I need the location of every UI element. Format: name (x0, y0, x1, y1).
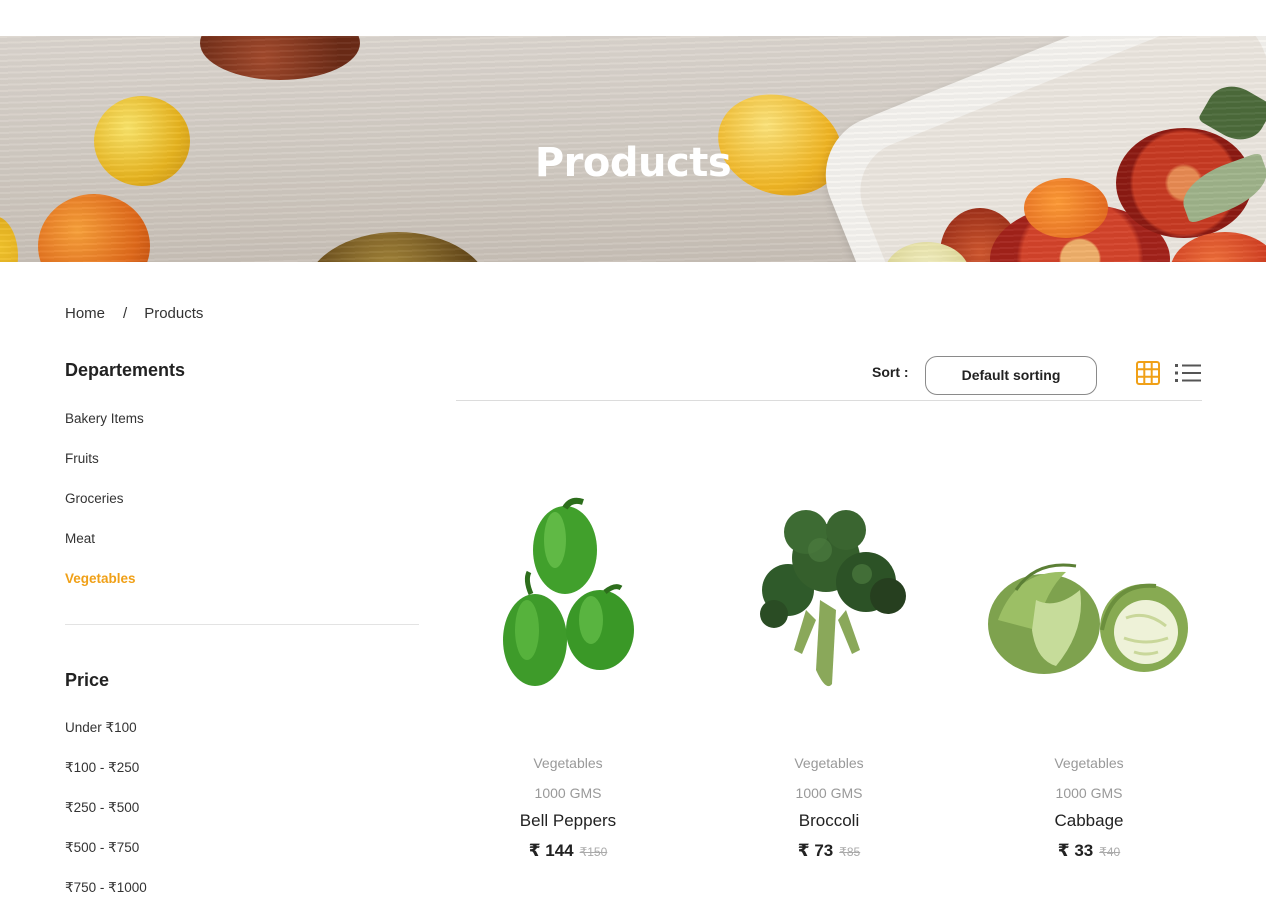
broccoli-image[interactable] (716, 470, 942, 730)
current-price: ₹ 144 (528, 841, 574, 860)
department-item-groceries[interactable]: Groceries (65, 479, 144, 519)
sort-dropdown[interactable]: Default sorting (925, 356, 1097, 395)
orange-tomato-decoration (38, 194, 150, 262)
product-weight: 1000 GMS (795, 785, 863, 801)
breadcrumb-home-link[interactable]: Home (65, 305, 105, 322)
breadcrumb-separator: / (123, 305, 128, 322)
department-item-fruits[interactable]: Fruits (65, 439, 144, 479)
product-card[interactable]: Vegetables 1000 GMS Broccoli ₹ 73 ₹85 (716, 470, 942, 861)
sidebar-divider (65, 624, 419, 625)
price-heading: Price (65, 670, 110, 690)
product-price: ₹ 33 ₹40 (976, 841, 1202, 861)
price-range-item[interactable]: Under ₹100 (65, 708, 147, 748)
product-card[interactable]: Vegetables 1000 GMS Bell Peppers ₹ 144 ₹1… (455, 470, 681, 861)
brown-tomato-decoration (305, 232, 490, 262)
product-toolbar: Sort : Default sorting (456, 355, 1202, 401)
breadcrumb-current: Products (144, 305, 204, 322)
department-item-meat[interactable]: Meat (65, 519, 144, 559)
tomato-slice-decoration (990, 204, 1170, 262)
product-price: ₹ 144 ₹150 (455, 841, 681, 861)
product-category: Vegetables (794, 755, 864, 771)
department-item-vegetables[interactable]: Vegetables (65, 559, 144, 599)
list-view-icon[interactable] (1174, 361, 1202, 385)
product-weight: 1000 GMS (534, 785, 602, 801)
product-price: ₹ 73 ₹85 (716, 841, 942, 861)
product-category: Vegetables (1054, 755, 1124, 771)
old-price: ₹85 (839, 845, 861, 859)
tomato-slice-decoration (940, 208, 1020, 262)
herb-leaf-decoration (1197, 76, 1266, 150)
sort-label: Sort : (872, 364, 909, 380)
bell-pepper-image[interactable] (455, 470, 681, 730)
price-range-item[interactable]: ₹100 - ₹250 (65, 748, 147, 788)
product-weight: 1000 GMS (1055, 785, 1123, 801)
page-title: Products (534, 140, 732, 186)
tomato-decoration (1170, 232, 1266, 262)
product-name[interactable]: Bell Peppers (455, 811, 681, 831)
cabbage-image[interactable] (976, 470, 1202, 730)
current-price: ₹ 73 (797, 841, 834, 860)
product-category: Vegetables (533, 755, 603, 771)
grid-view-icon[interactable] (1136, 361, 1160, 385)
hero-banner: Products (0, 36, 1266, 262)
yellow-tomato-decoration (0, 216, 18, 262)
lemon-decoration (884, 242, 970, 262)
product-name[interactable]: Broccoli (716, 811, 942, 831)
departments-list: Bakery Items Fruits Groceries Meat Veget… (65, 399, 144, 599)
product-name[interactable]: Cabbage (976, 811, 1202, 831)
price-range-item[interactable]: ₹500 - ₹750 (65, 828, 147, 868)
tomato-decoration (1024, 178, 1108, 238)
current-price: ₹ 33 (1057, 841, 1094, 860)
breadcrumb: Home / Products (65, 305, 203, 322)
old-price: ₹150 (579, 845, 608, 859)
tomato-decoration (200, 36, 360, 80)
product-card[interactable]: Vegetables 1000 GMS Cabbage ₹ 33 ₹40 (976, 470, 1202, 861)
department-item-bakery-items[interactable]: Bakery Items (65, 399, 144, 439)
departments-heading: Departements (65, 360, 186, 380)
old-price: ₹40 (1099, 845, 1121, 859)
price-range-item[interactable]: ₹750 - ₹1000 (65, 868, 147, 900)
price-range-list: Under ₹100 ₹100 - ₹250 ₹250 - ₹500 ₹500 … (65, 708, 147, 900)
price-range-item[interactable]: ₹250 - ₹500 (65, 788, 147, 828)
